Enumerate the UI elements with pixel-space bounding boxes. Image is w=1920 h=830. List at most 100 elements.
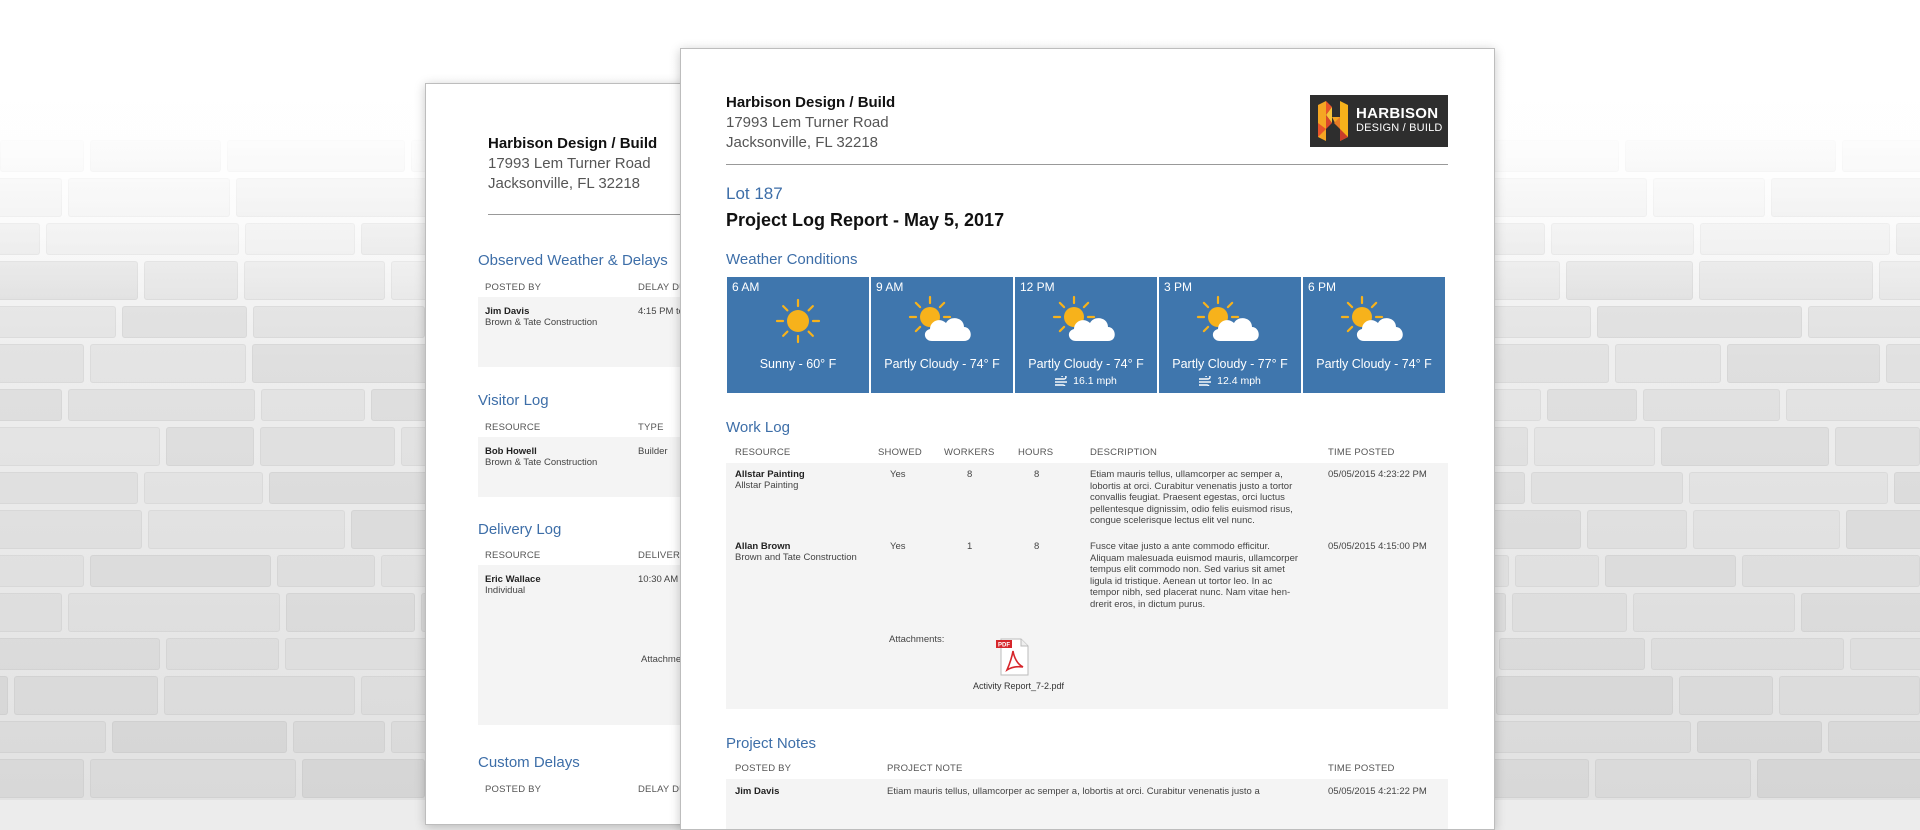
company-address-line1: 17993 Lem Turner Road: [488, 155, 651, 172]
col-resource: RESOURCE: [485, 550, 541, 561]
row-description: Etiam mauris tellus, ullamcorper ac semp…: [1090, 469, 1293, 527]
logo-line1: HARBISON: [1356, 105, 1439, 122]
stone-brick: [1499, 638, 1645, 670]
company-name: Harbison Design / Build: [726, 94, 896, 111]
stone-brick: [1651, 638, 1844, 670]
stone-brick: [1512, 593, 1627, 632]
stone-brick: [0, 555, 84, 587]
stone-brick: [166, 638, 279, 670]
weather-card: 6 PM Partly Cloudy - 74° F: [1303, 277, 1445, 393]
weather-wind: 12.4 mph: [1159, 375, 1301, 387]
attachments-label-partial: Attachme: [641, 654, 682, 665]
wind-icon: [1199, 376, 1212, 386]
stone-brick: [1727, 344, 1880, 383]
stone-brick: [286, 593, 415, 632]
col-type: TYPE: [638, 422, 664, 433]
col-delay: DELAY DU: [638, 784, 687, 795]
weather-time: 9 AM: [876, 280, 904, 294]
row-company: Brown & Tate Construction: [485, 457, 598, 468]
back-report-page: Harbison Design / Build 17993 Lem Turner…: [425, 83, 689, 825]
stone-brick: [1801, 593, 1920, 632]
weather-description: Partly Cloudy - 74° F: [1028, 357, 1144, 371]
stone-brick: [1693, 510, 1840, 549]
stone-brick: [1496, 676, 1673, 715]
stone-brick: [90, 759, 296, 798]
weather-description: Sunny - 60° F: [759, 357, 837, 371]
row-company: Brown & Tate Construction: [485, 317, 598, 328]
stone-brick: [260, 427, 395, 466]
partly-cloudy-icon: [1159, 295, 1301, 347]
stone-brick: [1531, 472, 1683, 504]
stone-brick: [0, 593, 62, 632]
partly-cloudy-icon: [871, 295, 1013, 347]
stone-brick: [1595, 759, 1751, 798]
harbison-logo: HARBISON DESIGN / BUILD: [1310, 95, 1448, 147]
company-name: Harbison Design / Build: [488, 135, 658, 152]
row-workers: 8: [967, 469, 973, 480]
weather-time: 6 AM: [732, 280, 760, 294]
row-time-posted: 05/05/2015 4:15:00 PM: [1328, 541, 1427, 552]
stone-brick: [1697, 721, 1822, 753]
stone-brick: [1846, 510, 1920, 549]
stone-brick: [0, 344, 84, 383]
note-time-posted: 05/05/2015 4:21:22 PM: [1328, 786, 1427, 797]
row-resource-name: Allstar Painting: [735, 469, 805, 480]
col-time-posted: TIME POSTED: [1328, 763, 1395, 774]
stone-brick: [1643, 389, 1780, 421]
stone-brick: [1679, 676, 1773, 715]
visitor-log-title: Visitor Log: [478, 392, 549, 409]
stone-brick: [0, 638, 160, 670]
col-showed: SHOWED: [878, 447, 922, 458]
stone-brick: [1835, 427, 1920, 466]
stone-brick: [0, 676, 8, 715]
description-line: convallis feugiat. Praesent egestas, orc…: [1090, 492, 1285, 503]
sun-icon: [727, 295, 869, 347]
stone-brick: [0, 306, 116, 338]
report-title: Project Log Report - May 5, 2017: [726, 210, 1005, 230]
stone-brick: [253, 306, 425, 338]
stone-brick: [112, 721, 287, 753]
weather-delays-title: Observed Weather & Delays: [478, 252, 668, 269]
weather-card: 12 PM Partly Cloudy - 74° F 16.1 mph: [1015, 277, 1157, 393]
stone-brick: [0, 510, 142, 549]
stone-brick: [1615, 344, 1721, 383]
stone-brick: [1742, 555, 1920, 587]
company-address-line1: 17993 Lem Turner Road: [726, 114, 889, 131]
weather-time: 12 PM: [1020, 280, 1055, 294]
note-text: Etiam mauris tellus, ullamcorper ac semp…: [887, 786, 1260, 797]
header-divider: [488, 214, 688, 215]
weather-card: 3 PM Partly Cloudy - 77° F 12.4 mph: [1159, 277, 1301, 393]
description-line: pellentesque dignissim, odio felis euism…: [1090, 503, 1293, 515]
row-name: Eric Wallace: [485, 574, 541, 585]
row-value: Builder: [638, 446, 668, 457]
weather-description: Partly Cloudy - 74° F: [884, 357, 1000, 371]
stone-brick: [1661, 427, 1829, 466]
stone-brick: [1689, 472, 1888, 504]
note-posted-by: Jim Davis: [735, 786, 780, 797]
row-hours: 8: [1034, 469, 1040, 480]
work-log-table-body: [726, 463, 1448, 709]
stone-brick: [1605, 555, 1736, 587]
front-report-page: Harbison Design / Build 17993 Lem Turner…: [680, 48, 1495, 830]
stone-brick: [0, 389, 62, 421]
row-value: 10:30 AM: [638, 574, 679, 585]
stone-brick: [0, 472, 138, 504]
attachment-filename[interactable]: Activity Report_7-2.pdf: [973, 681, 1064, 691]
stone-brick: [1597, 306, 1802, 338]
weather-description: Partly Cloudy - 77° F: [1172, 357, 1288, 371]
stone-brick: [1587, 510, 1687, 549]
logo-line2: DESIGN / BUILD: [1356, 122, 1443, 134]
description-line: tempor nibh, sed placerat nunc. Nam vita…: [1090, 587, 1291, 598]
stone-brick: [1534, 427, 1655, 466]
description-line: lobortis at orci. Curabitur venenatis ju…: [1090, 480, 1293, 492]
col-posted-by: POSTED BY: [485, 282, 542, 293]
weather-conditions-title: Weather Conditions: [726, 251, 858, 268]
delivery-log-title: Delivery Log: [478, 521, 562, 538]
stone-brick: [1894, 472, 1920, 504]
company-address-line2: Jacksonville, FL 32218: [488, 175, 641, 192]
company-address-line2: Jacksonville, FL 32218: [726, 134, 879, 151]
attachments-label: Attachments:: [889, 634, 945, 645]
project-notes-title: Project Notes: [726, 735, 817, 752]
weather-cards: 6 AM Sunny - 60° F 9 AM Partly Cloudy - 74…: [727, 277, 1445, 393]
pdf-file-icon[interactable]: PDF: [996, 637, 1030, 677]
